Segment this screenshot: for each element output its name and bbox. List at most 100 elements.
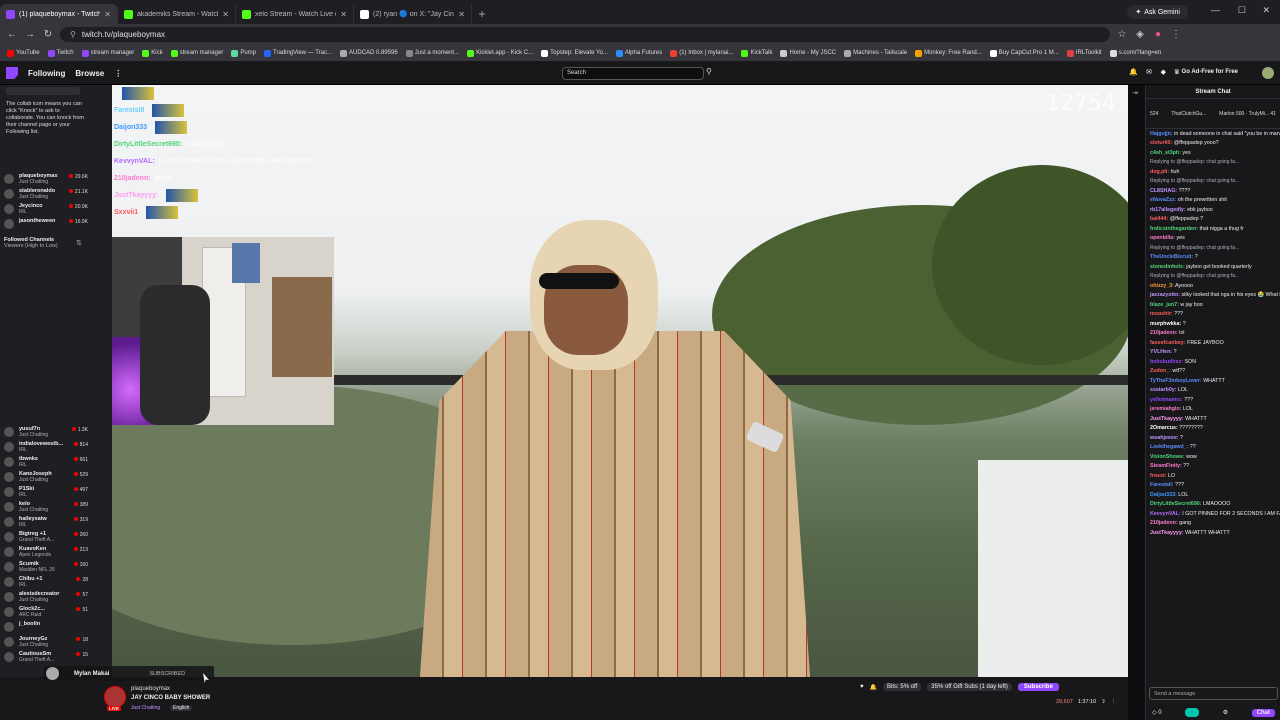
collapse-sidebar-icon[interactable]: ⇅ <box>76 239 82 247</box>
browser-tab[interactable]: (1) plaqueboymax - Twitch ✕ <box>0 4 118 24</box>
bookmark-star-icon[interactable]: ☆ <box>1116 29 1128 40</box>
chat-message[interactable]: fassefcanboy: FREE JAYBOO <box>1146 338 1280 348</box>
chat-message[interactable]: TyTheF3mboyLover: WHATTT <box>1146 376 1280 386</box>
search-input[interactable]: Search <box>562 67 704 80</box>
followed-channel-item[interactable]: stableronaldo Just Chatting 21.1K <box>4 188 88 201</box>
streamer-name[interactable]: plaqueboymax <box>131 686 170 692</box>
ask-gemini-button[interactable]: ✦ Ask Gemini <box>1127 5 1188 19</box>
chat-username[interactable]: bal444: <box>1150 216 1168 222</box>
bookmark-item[interactable]: Pump <box>228 49 259 57</box>
url-field[interactable]: ⚲ twitch.tv/plaqueboymax <box>60 27 1110 42</box>
chat-message[interactable]: eNovaZzz: oh the prewritten shit <box>1146 196 1280 206</box>
chat-message[interactable]: YVLHen: ? <box>1146 348 1280 358</box>
chat-username[interactable]: Leekthegawd_: <box>1150 444 1188 450</box>
bookmark-item[interactable]: Machines - Tailscale <box>841 49 910 57</box>
maximize-icon[interactable]: ☐ <box>1238 5 1246 16</box>
chat-username[interactable]: Daijon333: <box>1150 492 1177 498</box>
chat-username[interactable]: frosst: <box>1150 473 1166 479</box>
nav-following[interactable]: Following <box>28 69 65 78</box>
chat-reply-line[interactable]: Replying to @ffeppadep: chat going fa... <box>1146 243 1280 253</box>
bookmark-item[interactable]: stream manager <box>79 49 138 57</box>
chat-collapse-strip[interactable]: ⇥ <box>1128 85 1145 720</box>
followed-channel-item[interactable]: JourneyGz Just Chatting 18 <box>4 636 88 649</box>
bookmark-item[interactable]: Topstep: Elevate Yo... <box>538 49 611 57</box>
chat-username[interactable]: YVLHen: <box>1150 349 1172 355</box>
search-icon[interactable]: ⚲ <box>706 67 717 80</box>
followed-channel-item[interactable]: haileyxatw IRL 319 <box>4 516 88 529</box>
bookmark-item[interactable]: stream manager <box>168 49 227 57</box>
chat-settings-icon[interactable]: ⚙ <box>1223 709 1228 716</box>
gift-subs-offer[interactable]: 35% off Gift Subs (1 day left) <box>927 683 1012 691</box>
bookmark-item[interactable]: Buy CapCut Pro 1 M... <box>987 49 1062 57</box>
chat-message[interactable]: 210jadenn: lol <box>1146 329 1280 339</box>
chat-username[interactable]: DirtyLittleSecret690: <box>1150 501 1202 507</box>
bookmark-item[interactable]: Just a moment... <box>403 49 462 57</box>
chat-message[interactable]: slotur60: @ffeppadep yooo? <box>1146 139 1280 149</box>
chat-message[interactable]: JustTkayyyy: WHATTT <box>1146 414 1280 424</box>
browser-menu-icon[interactable]: ⋮ <box>1170 29 1182 40</box>
browser-tab[interactable]: (2) ryan 🔵 on X: "Jay Cinco pr ✕ <box>354 4 472 24</box>
chat-username[interactable]: woahjeese: <box>1150 435 1179 441</box>
chat-message[interactable]: bal444: @ffeppadep ? <box>1146 215 1280 225</box>
chat-message[interactable]: TheUncleBiscuit: ? <box>1146 253 1280 263</box>
chat-message[interactable]: ssstarb0y: LOL <box>1146 386 1280 396</box>
followed-channel-item[interactable]: Bigtreg +1 Grand Theft A... 260 <box>4 531 88 544</box>
bookmark-item[interactable]: TradingView — Trac... <box>261 49 335 57</box>
chat-username[interactable]: ohizzy_3: <box>1150 283 1174 289</box>
chat-message[interactable]: blaze_jun7: w jay boo <box>1146 300 1280 310</box>
chat-username[interactable]: eNovaZzz: <box>1150 197 1176 203</box>
chat-message[interactable]: yellotmamrz: ??? <box>1146 395 1280 405</box>
chat-message[interactable]: bobsbudhsz: SON <box>1146 357 1280 367</box>
bookmark-item[interactable]: IRLToolkit <box>1064 49 1105 57</box>
inbox-icon[interactable]: ✉ <box>1146 68 1152 76</box>
chat-username[interactable]: openbilla: <box>1150 235 1175 241</box>
user-avatar[interactable] <box>1262 67 1274 79</box>
notification-bell-icon[interactable]: 🔔 <box>870 684 877 691</box>
followed-channel-item[interactable]: KuavoKen Apex Legends 213 <box>4 546 88 559</box>
more-options-icon[interactable]: ⋮ <box>1111 699 1117 705</box>
chat-message[interactable]: frolicsinthegarden: that nigga a thug fr <box>1146 224 1280 234</box>
chat-username[interactable]: fassefcanboy: <box>1150 340 1186 346</box>
bookmark-item[interactable]: Kicklet.app - Kick C... <box>464 49 536 57</box>
prime-icon[interactable]: ♛ <box>1174 68 1180 76</box>
chat-message[interactable]: CL8SHAG: ???? <box>1146 186 1280 196</box>
chat-message[interactable]: KevvynVAL: I GOT PINNED FOR 2 SECONDS I … <box>1146 509 1280 519</box>
bookmark-item[interactable]: AUDCAD 0.89596 <box>337 49 401 57</box>
site-info-icon[interactable]: ⚲ <box>70 30 76 39</box>
chat-reply-line[interactable]: Replying to @ffeppadep: chat going fa... <box>1146 272 1280 282</box>
chat-message[interactable]: rb17allegedly: ebk jayboo <box>1146 205 1280 215</box>
chat-message[interactable]: ohizzy_3: Ayoooo <box>1146 281 1280 291</box>
followed-channel-item[interactable]: Chibu +1 IRL 28 <box>4 576 88 589</box>
streamer-avatar[interactable] <box>104 686 126 708</box>
twitch-logo-icon[interactable] <box>6 67 18 79</box>
chat-username[interactable]: 210jadenn: <box>1150 520 1178 526</box>
chat-username[interactable]: TyTheF3mboyLover: <box>1150 378 1202 384</box>
chat-username[interactable]: stonedinholx: <box>1150 264 1185 270</box>
reload-icon[interactable]: ↻ <box>42 29 54 40</box>
chat-message[interactable]: Hajgujjn: in dead someone in chat said "… <box>1146 129 1280 139</box>
share-icon[interactable]: ⇪ <box>1101 699 1106 705</box>
chat-message[interactable]: Daijon333: LOL <box>1146 490 1280 500</box>
close-tab-icon[interactable]: ✕ <box>222 10 229 19</box>
chat-message[interactable]: jazzazyotto: siiky looked that nga in hi… <box>1146 291 1280 301</box>
nav-more-icon[interactable]: ⋮ <box>114 69 122 78</box>
channel-points-claim-icon[interactable] <box>1185 708 1200 717</box>
gift-leaderboard[interactable]: 524 ThatClutchGu... Marlon 500 · TrulyMi… <box>1146 99 1280 129</box>
chat-username[interactable]: jazzazyotto: <box>1150 292 1180 298</box>
chat-username[interactable]: yellotmamrz: <box>1150 397 1183 403</box>
subscribe-button[interactable]: Subscribe <box>1017 683 1059 691</box>
chat-message[interactable]: Zudon_: wtf?? <box>1146 367 1280 377</box>
chat-username[interactable]: SteamFinity: <box>1150 463 1182 469</box>
language-tag[interactable]: English <box>170 705 193 711</box>
followed-channel-item[interactable]: P1Ski IRL 497 <box>4 486 88 499</box>
chat-message[interactable]: openbilla: yes <box>1146 234 1280 244</box>
chat-message[interactable]: Leekthegawd_: ?? <box>1146 443 1280 453</box>
chat-username[interactable]: dog.pli: <box>1150 169 1169 175</box>
followed-channel-item[interactable]: Jeycinco IRL 20.9K <box>4 203 88 216</box>
profile-avatar[interactable]: ● <box>1152 29 1164 40</box>
chat-reply-line[interactable]: Replying to @ffeppadep: chat going fa... <box>1146 158 1280 168</box>
video-player[interactable]: 12754 FaresIsIII Daijon333 DirtyLittleSecr… <box>112 85 1128 677</box>
follow-heart-icon[interactable]: ♥ <box>860 684 864 690</box>
followed-channel-item[interactable]: Scumtk Madden NFL 26 160 <box>4 561 88 574</box>
chat-username[interactable]: slotur60: <box>1150 140 1172 146</box>
